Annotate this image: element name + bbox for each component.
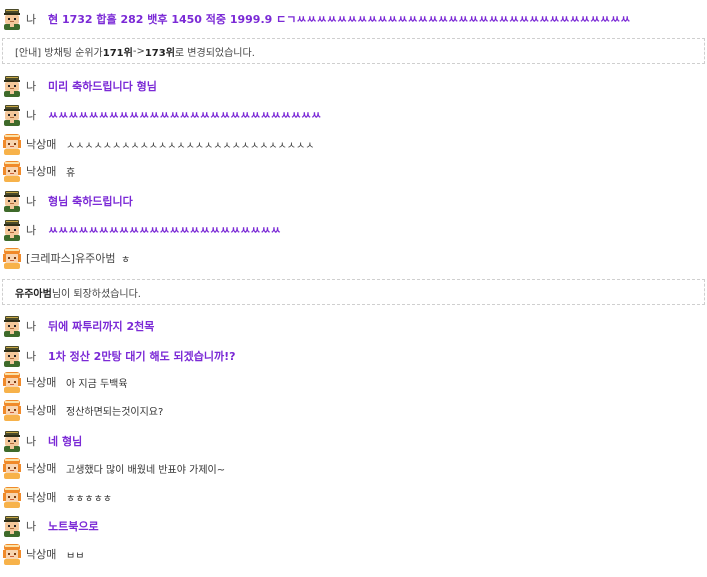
sender-name[interactable]: 나 [26,348,36,364]
chat-message: [크레파스]유주아범 ㅎ [0,246,707,270]
message-text: ㅎㅎㅎㅎㅎ [66,493,112,505]
avatar-orange-hair-icon[interactable] [1,457,23,479]
sender-name[interactable]: [크레파스]유주아범 [26,250,116,266]
avatar-soldier-icon[interactable] [1,515,23,537]
sender-name[interactable]: 나 [26,78,36,94]
system-notice: 유주아범 님이 퇴장하셨습니다. [2,279,705,305]
message-text: ㅎ [121,254,131,266]
sender-name[interactable]: 낙상매 [26,163,56,179]
sender-name[interactable]: 낙상매 [26,374,56,390]
chat-message: 낙상매 ㅂㅂ [0,542,707,566]
notice-text: [안내] 방채팅 순위가 [15,47,103,59]
chat-message: 낙상매 정산하면되는것이지요? [0,398,707,422]
avatar-orange-hair-icon[interactable] [1,160,23,182]
notice-text: 173위 [144,47,175,59]
chat-message: 나 1차 정산 2만탕 대기 해도 되겠습니까!? [0,344,707,368]
avatar-orange-hair-icon[interactable] [1,133,23,155]
notice-text: 171위 [102,47,133,59]
notice-text: 로 변경되었습니다. [174,47,255,59]
notice-text: 님이 퇴장하셨습니다. [51,288,141,300]
message-text: 형님 축하드립니다 [48,195,133,208]
message-text: ㅆㅆㅆㅆㅆㅆㅆㅆㅆㅆㅆㅆㅆㅆㅆㅆㅆㅆㅆㅆㅆㅆㅆㅆㅆㅆㅆ [48,109,322,122]
sender-name[interactable]: 나 [26,107,36,123]
sender-name[interactable]: 나 [26,318,36,334]
avatar-orange-hair-icon[interactable] [1,543,23,565]
system-notice: [안내] 방채팅 순위가 171위 -> 173위 로 변경되었습니다. [2,38,705,64]
avatar-soldier-icon[interactable] [1,190,23,212]
chat-message: 나 뒤에 짜투리까지 2천목 [0,314,707,338]
sender-name[interactable]: 나 [26,11,36,27]
chat-message: 낙상매 고생했다 많이 배웠네 반표야 가제이~ [0,456,707,480]
chat-message: 낙상매 아 지금 두백육 [0,370,707,394]
message-text: 네 형님 [48,435,83,448]
sender-name[interactable]: 낙상매 [26,402,56,418]
message-text: 1차 정산 2만탕 대기 해도 되겠습니까!? [48,350,236,363]
message-text: ㅅㅅㅅㅅㅅㅅㅅㅅㅅㅅㅅㅅㅅㅅㅅㅅㅅㅅㅅㅅㅅㅅㅅㅅㅅㅅㅅ [66,140,315,152]
chat-message: 낙상매 휴 [0,159,707,183]
chat-message: 나 ㅆㅆㅆㅆㅆㅆㅆㅆㅆㅆㅆㅆㅆㅆㅆㅆㅆㅆㅆㅆㅆㅆㅆ [0,218,707,242]
chat-message: 낙상매 ㅅㅅㅅㅅㅅㅅㅅㅅㅅㅅㅅㅅㅅㅅㅅㅅㅅㅅㅅㅅㅅㅅㅅㅅㅅㅅㅅ [0,132,707,156]
sender-name[interactable]: 나 [26,193,36,209]
sender-name[interactable]: 나 [26,433,36,449]
chat-message: 나 형님 축하드립니다 [0,189,707,213]
avatar-orange-hair-icon[interactable] [1,486,23,508]
chat-message: 나 ㅆㅆㅆㅆㅆㅆㅆㅆㅆㅆㅆㅆㅆㅆㅆㅆㅆㅆㅆㅆㅆㅆㅆㅆㅆㅆㅆ [0,103,707,127]
message-text: 미리 축하드립니다 형님 [48,80,157,93]
avatar-orange-hair-icon[interactable] [1,399,23,421]
chat-message: 나 노트북으로 [0,514,707,538]
message-text: 정산하면되는것이지요? [66,406,164,418]
message-text: 뒤에 짜투리까지 2천목 [48,320,155,333]
sender-name[interactable]: 낙상매 [26,460,56,476]
avatar-soldier-icon[interactable] [1,104,23,126]
chat-message: 나 네 형님 [0,429,707,453]
chat-message: 나 현 1732 합홀 282 뱃후 1450 적중 1999.9 ㄷㄱㅆㅆㅆㅆㅆ… [0,7,707,31]
sender-name[interactable]: 낙상매 [26,136,56,152]
avatar-orange-hair-icon[interactable] [1,371,23,393]
chat-message: 나 미리 축하드립니다 형님 [0,74,707,98]
chat-message: 낙상매 ㅎㅎㅎㅎㅎ [0,485,707,509]
avatar-soldier-icon[interactable] [1,219,23,241]
notice-text: -> [132,45,145,57]
message-text: ㅆㅆㅆㅆㅆㅆㅆㅆㅆㅆㅆㅆㅆㅆㅆㅆㅆㅆㅆㅆㅆㅆㅆ [48,224,281,237]
chat-log: 나 현 1732 합홀 282 뱃후 1450 적중 1999.9 ㄷㄱㅆㅆㅆㅆㅆ… [0,0,707,577]
message-text: 노트북으로 [48,520,99,533]
avatar-soldier-icon[interactable] [1,8,23,30]
avatar-soldier-icon[interactable] [1,345,23,367]
sender-name[interactable]: 낙상매 [26,489,56,505]
notice-text: 유주아범 [15,288,52,300]
message-text: ㅂㅂ [66,550,85,562]
message-text: 아 지금 두백육 [66,378,128,390]
avatar-soldier-icon[interactable] [1,315,23,337]
message-text: 고생했다 많이 배웠네 반표야 가제이~ [66,464,226,476]
message-text: 휴 [66,167,76,179]
message-text: 현 1732 합홀 282 뱃후 1450 적중 1999.9 ㄷㄱㅆㅆㅆㅆㅆㅆ… [48,13,631,26]
sender-name[interactable]: 나 [26,222,36,238]
avatar-soldier-icon[interactable] [1,430,23,452]
avatar-orange-hair-icon[interactable] [1,247,23,269]
avatar-soldier-icon[interactable] [1,75,23,97]
sender-name[interactable]: 나 [26,518,36,534]
sender-name[interactable]: 낙상매 [26,546,56,562]
